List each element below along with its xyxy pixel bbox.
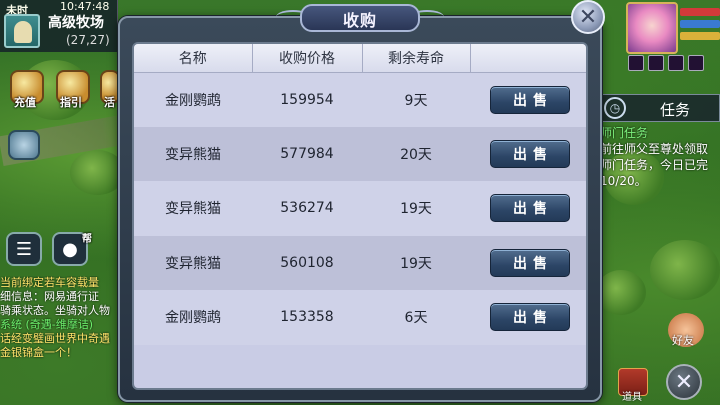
- sell-button[interactable]: 出售: [490, 303, 570, 332]
- move-arrows-icon[interactable]: [8, 130, 40, 160]
- close-icon: ✕: [578, 4, 598, 30]
- item-name: 金刚鹦鹉: [134, 72, 252, 127]
- column-header-life: 剩余寿命: [362, 44, 471, 73]
- recharge-label: 充值: [14, 96, 36, 109]
- task-line: 前往师父至尊处领取: [600, 142, 709, 156]
- minimap-icon[interactable]: [4, 14, 40, 48]
- microphone-icon: ●: [62, 238, 78, 260]
- tree: [70, 150, 125, 195]
- item-price: 577984: [252, 126, 362, 181]
- table-row: 金刚鹦鹉 159954 9天 出售: [134, 72, 586, 127]
- table-row: 金刚鹦鹉 153358 6天 出售: [134, 290, 586, 345]
- item-price: 159954: [252, 72, 362, 127]
- item-life: 20天: [362, 126, 470, 181]
- chat-line: 金银锦盒一个！: [0, 346, 77, 359]
- chat-line: 骑乘状态。坐骑对人物: [0, 304, 110, 317]
- purchase-table-panel: 名称 收购价格 剩余寿命 金刚鹦鹉 159954 9天 出售 变异熊猫 5779…: [132, 42, 588, 390]
- task-tracker[interactable]: 师门任务 前往师父至尊处领取 师门任务，今日已完 10/20。: [600, 125, 720, 189]
- task-line: 师门任务，今日已完: [600, 158, 709, 172]
- sell-button[interactable]: 出售: [490, 139, 570, 168]
- buff-icon[interactable]: [688, 55, 704, 71]
- bag-label: 道具: [622, 392, 642, 403]
- sell-button[interactable]: 出售: [490, 248, 570, 277]
- item-life: 6天: [362, 290, 470, 345]
- column-header-action: [470, 44, 586, 73]
- item-name: 变异熊猫: [134, 126, 252, 181]
- hud-close-icon[interactable]: ✕: [666, 364, 702, 400]
- tree: [596, 270, 646, 315]
- item-price: 153358: [252, 290, 362, 345]
- item-life: 19天: [362, 181, 470, 236]
- hp-bar: [680, 8, 720, 16]
- purchase-table: 名称 收购价格 剩余寿命 金刚鹦鹉 159954 9天 出售 变异熊猫 5779…: [134, 44, 586, 345]
- table-row: 变异熊猫 536274 19天 出售: [134, 181, 586, 236]
- friend-label: 好友: [672, 334, 694, 347]
- table-row: 变异熊猫 560108 19天 出售: [134, 235, 586, 290]
- exp-bar: [680, 32, 720, 40]
- sell-button[interactable]: 出售: [490, 194, 570, 223]
- item-name: 金刚鹦鹉: [134, 290, 252, 345]
- tree: [650, 240, 720, 300]
- chat-bubble-icon: ☰: [15, 238, 33, 260]
- table-header-row: 名称 收购价格 剩余寿命: [134, 44, 586, 73]
- item-life: 19天: [362, 235, 470, 290]
- chat-line: 当前绑定若车容载量: [0, 276, 99, 289]
- mp-bar: [680, 20, 720, 28]
- buff-icon[interactable]: [668, 55, 684, 71]
- chat-button[interactable]: ☰: [6, 232, 42, 266]
- player-avatar[interactable]: [626, 2, 678, 54]
- guide-label: 指引: [60, 96, 82, 109]
- task-line: 10/20。: [600, 174, 647, 188]
- column-header-price: 收购价格: [252, 44, 363, 73]
- item-name: 变异熊猫: [134, 181, 252, 236]
- buff-icon[interactable]: [628, 55, 644, 71]
- dialog-title: 收购: [342, 11, 377, 30]
- item-price: 536274: [252, 181, 362, 236]
- item-name: 变异熊猫: [134, 235, 252, 290]
- location-name: 高级牧场: [48, 15, 104, 31]
- task-tab-label: 任务: [660, 101, 691, 119]
- chat-line: 话经变璧画世界中奇遇: [0, 332, 110, 345]
- column-header-name: 名称: [134, 44, 253, 73]
- clock-icon[interactable]: ◷: [604, 97, 626, 119]
- activity-label: 活: [104, 96, 115, 109]
- task-line: 师门任务: [600, 126, 649, 140]
- item-life: 9天: [362, 72, 470, 127]
- chat-log[interactable]: 当前绑定若车容载量 细信息：网易通行证 骑乘状态。坐骑对人物 系统 (奇遇-维摩…: [0, 276, 122, 376]
- sell-button[interactable]: 出售: [490, 85, 570, 114]
- table-row: 变异熊猫 577984 20天 出售: [134, 126, 586, 181]
- close-dialog-button[interactable]: ✕: [571, 0, 605, 34]
- location-coords: (27,27): [66, 33, 110, 47]
- item-price: 560108: [252, 235, 362, 290]
- buff-icon[interactable]: [648, 55, 664, 71]
- guild-tag: 帮: [82, 234, 92, 245]
- chat-line: 细信息：网易通行证: [0, 290, 99, 303]
- chat-line: 系统 (奇遇-维摩诘): [0, 318, 94, 331]
